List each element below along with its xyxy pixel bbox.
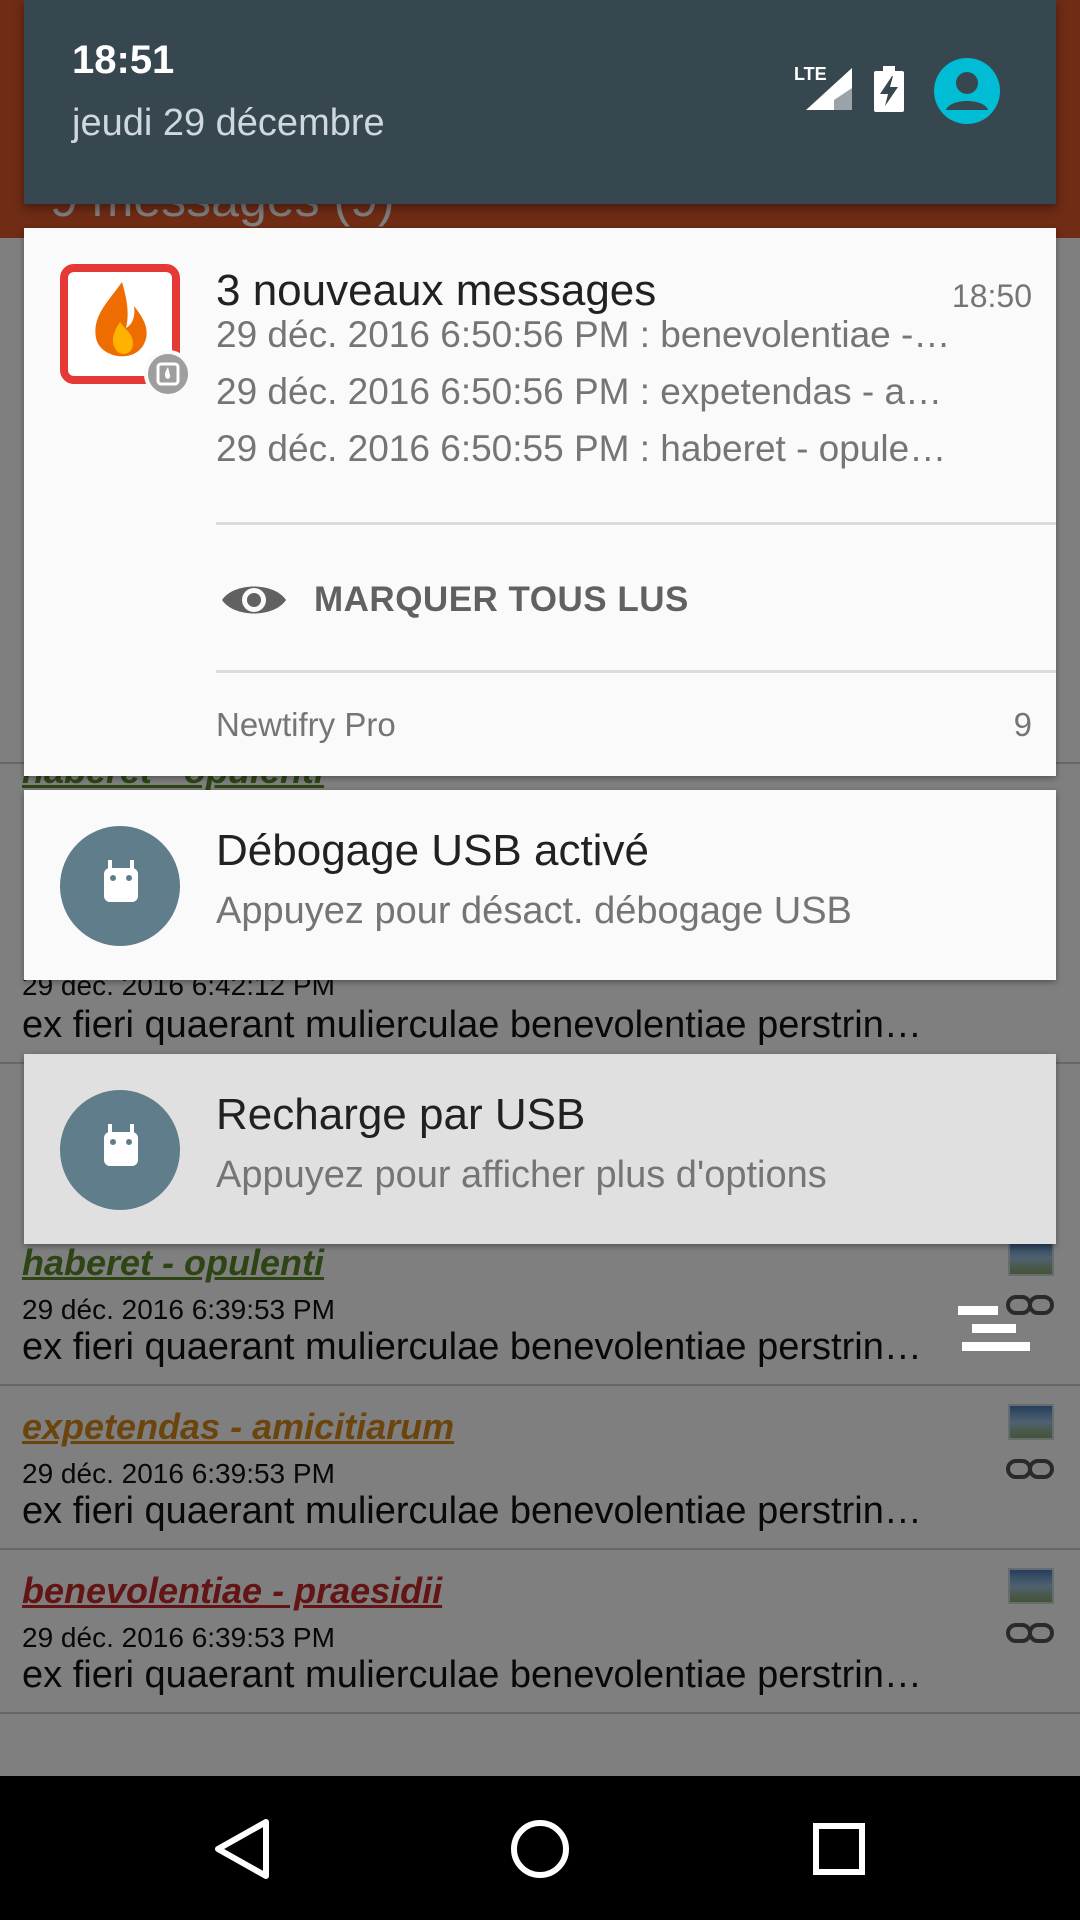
lte-label: LTE (794, 64, 827, 84)
notification-count: 9 (1013, 706, 1032, 743)
back-icon[interactable] (206, 1814, 276, 1884)
notification-line: 29 déc. 2016 6:50:56 PM : benevolentiae … (216, 314, 951, 355)
notification-title: 3 nouveaux messages (216, 266, 657, 315)
notification-title: Recharge par USB (216, 1090, 586, 1139)
home-icon[interactable] (505, 1814, 575, 1884)
navigation-bar (0, 1776, 1080, 1920)
notification-line: 29 déc. 2016 6:50:56 PM : expetendas - a… (216, 371, 943, 412)
notification-newtifry[interactable]: 3 nouveaux messages 18:50 29 déc. 2016 6… (24, 228, 1056, 776)
mark-all-read-button[interactable]: MARQUER TOUS LUS (314, 580, 689, 620)
divider (216, 522, 1056, 525)
eye-icon[interactable] (220, 578, 288, 622)
lte-signal-icon: LTE (794, 64, 852, 110)
android-icon (60, 1090, 180, 1210)
app-badge-icon (144, 350, 192, 398)
notification-time: 18:50 (951, 278, 1032, 314)
notification-usb-charging[interactable]: Recharge par USB Appuyez pour afficher p… (24, 1054, 1056, 1244)
android-icon (60, 826, 180, 946)
user-avatar-icon[interactable] (934, 58, 1000, 124)
battery-charging-icon (874, 66, 904, 112)
quick-settings-header[interactable]: 18:51 jeudi 29 décembre LTE (24, 0, 1056, 204)
notification-app-name: Newtifry Pro (216, 706, 396, 743)
notification-subtitle: Appuyez pour afficher plus d'options (216, 1154, 827, 1196)
notification-line: 29 déc. 2016 6:50:55 PM : haberet - opul… (216, 428, 947, 469)
clock: 18:51 (72, 38, 175, 82)
date-label[interactable]: jeudi 29 décembre (72, 102, 385, 145)
notification-usb-debugging[interactable]: Débogage USB activé Appuyez pour désact.… (24, 790, 1056, 980)
recents-icon[interactable] (804, 1814, 874, 1884)
notification-subtitle: Appuyez pour désact. débogage USB (216, 890, 852, 932)
divider (216, 670, 1056, 673)
menu-icon[interactable] (958, 1302, 1030, 1356)
notification-title: Débogage USB activé (216, 826, 649, 875)
